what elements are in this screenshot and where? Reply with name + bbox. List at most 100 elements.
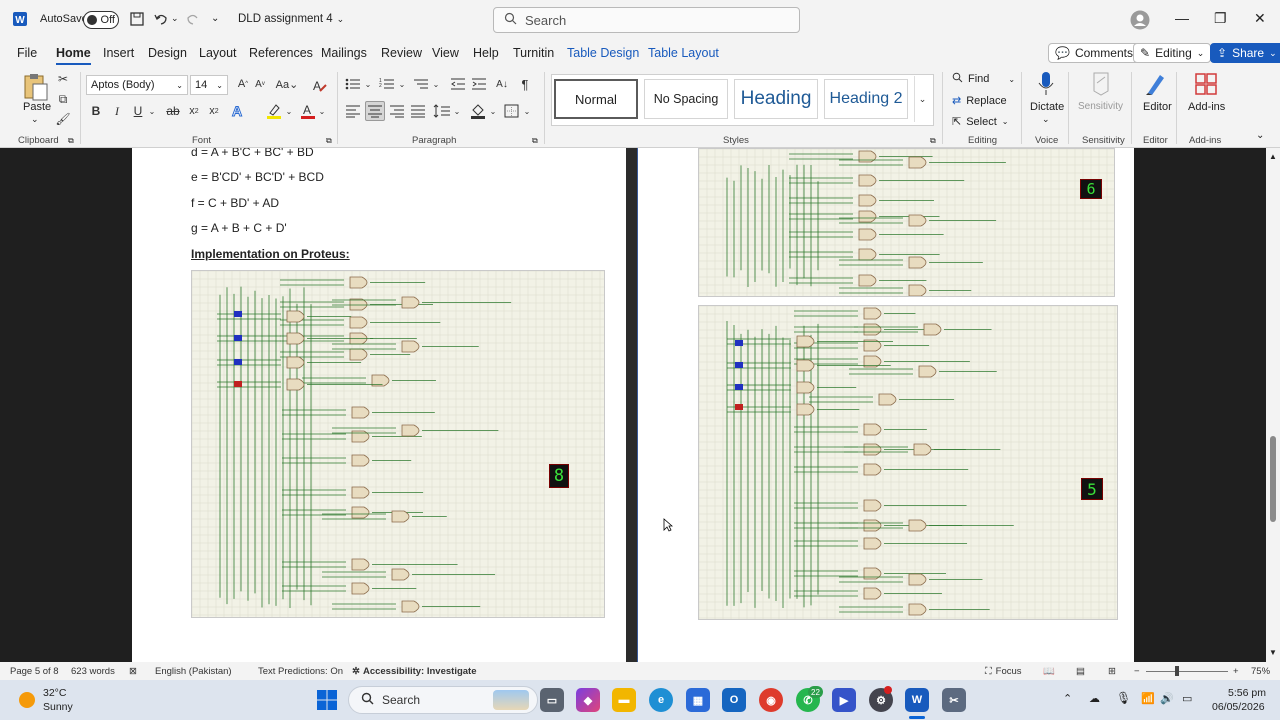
dictate-label[interactable]: Dictate xyxy=(1030,101,1064,113)
circuit-image-left[interactable]: 8 xyxy=(191,270,605,618)
paste-dropdown-icon[interactable]: ⌄ xyxy=(31,114,39,125)
copilot-icon[interactable]: ◆ xyxy=(576,688,600,712)
avatar[interactable] xyxy=(1130,10,1150,30)
menu-insert[interactable]: Insert xyxy=(103,46,134,60)
menu-file[interactable]: File xyxy=(17,46,37,60)
sort-icon[interactable]: A↓ xyxy=(494,77,510,91)
menu-design[interactable]: Design xyxy=(148,46,187,60)
language-status[interactable]: English (Pakistan) xyxy=(155,666,232,677)
collapse-ribbon-icon[interactable]: ⌄ xyxy=(1256,130,1264,141)
undo-dropdown-icon[interactable]: ⌄ xyxy=(171,13,179,24)
underline-icon[interactable]: U xyxy=(132,104,144,118)
clock-time[interactable]: 5:56 pm xyxy=(1228,687,1266,699)
tray-app-icon[interactable]: ☁ xyxy=(1089,692,1100,705)
font-color-icon[interactable]: A xyxy=(300,102,316,120)
chevron-up-icon[interactable]: ⌃ xyxy=(1063,692,1072,705)
customize-toolbar-icon[interactable]: ⌄ xyxy=(211,13,219,24)
proofing-icon[interactable]: ⊠ xyxy=(129,666,137,677)
style-heading-1[interactable]: Heading xyxy=(734,79,818,119)
strikethrough-icon[interactable]: ab xyxy=(166,104,180,118)
scrollbar-thumb[interactable] xyxy=(1270,436,1276,522)
menu-layout[interactable]: Layout xyxy=(199,46,237,60)
bullets-icon[interactable] xyxy=(345,77,361,91)
page-count[interactable]: Page 5 of 8 xyxy=(10,666,59,677)
document-title[interactable]: DLD assignment 4 ⌄ xyxy=(238,13,344,25)
dialog-launcher-icon[interactable]: ⧉ xyxy=(68,136,74,146)
multilevel-list-icon[interactable] xyxy=(413,77,429,91)
font-color-dropdown-icon[interactable]: ⌄ xyxy=(318,106,326,116)
web-layout-icon[interactable]: ⊞ xyxy=(1108,666,1116,677)
copy-icon[interactable]: ⧉ xyxy=(56,92,70,106)
styles-more-icon[interactable]: ⌄ xyxy=(914,76,930,122)
read-mode-icon[interactable]: 📖 xyxy=(1043,666,1055,677)
font-name-select[interactable]: Aptos (Body) ⌄ xyxy=(86,75,188,95)
line-spacing-icon[interactable] xyxy=(433,104,451,118)
text-effects-icon[interactable]: A xyxy=(230,102,246,120)
clear-formatting-icon[interactable]: A xyxy=(311,77,327,93)
menu-help[interactable]: Help xyxy=(473,46,499,60)
justify-icon[interactable] xyxy=(410,104,426,118)
menu-turnitin[interactable]: Turnitin xyxy=(513,46,554,60)
accessibility-status[interactable]: ✲ Accessibility: Investigate xyxy=(352,666,477,677)
cut-icon[interactable]: ✂ xyxy=(56,72,70,86)
change-case-icon[interactable]: Aa⌄ xyxy=(276,77,299,91)
show-formatting-icon[interactable]: ¶ xyxy=(518,76,532,92)
superscript-icon[interactable]: x2 xyxy=(208,104,220,118)
circuit-image-right-top[interactable]: 6 xyxy=(698,148,1115,297)
microphone-icon[interactable] xyxy=(1037,71,1055,97)
highlight-dropdown-icon[interactable]: ⌄ xyxy=(285,106,293,116)
bold-icon[interactable]: B xyxy=(90,104,102,118)
shrink-font-icon[interactable]: Av xyxy=(253,77,267,91)
borders-dropdown-icon[interactable]: ⌄ xyxy=(523,106,531,116)
dialog-launcher-icon[interactable]: ⧉ xyxy=(326,136,332,146)
battery-icon[interactable]: ▭ xyxy=(1182,692,1192,705)
snipping-tool-icon[interactable]: ✂ xyxy=(942,688,966,712)
autosave-toggle[interactable]: Off xyxy=(83,11,119,29)
menu-mailings[interactable]: Mailings xyxy=(321,46,367,60)
save-icon[interactable] xyxy=(129,11,145,27)
font-size-select[interactable]: 14 ⌄ xyxy=(190,75,228,95)
zoom-out-icon[interactable]: − xyxy=(1134,666,1140,677)
select-button[interactable]: ⇱ Select ⌄ xyxy=(952,115,1009,129)
subscript-icon[interactable]: x2 xyxy=(188,104,200,118)
dictate-dropdown-icon[interactable]: ⌄ xyxy=(1042,114,1050,125)
menu-table-design[interactable]: Table Design xyxy=(567,46,639,60)
clock-date[interactable]: 06/05/2026 xyxy=(1212,701,1265,713)
find-button[interactable]: Find ⌄ xyxy=(952,72,1015,86)
taskbar-search[interactable]: Search xyxy=(348,686,538,714)
multilevel-dropdown-icon[interactable]: ⌄ xyxy=(432,79,440,89)
shading-icon[interactable] xyxy=(470,102,486,120)
share-button[interactable]: ⇪ Share ⌄ xyxy=(1210,43,1280,63)
restore-icon[interactable]: ❐ xyxy=(1214,10,1227,27)
numbering-dropdown-icon[interactable]: ⌄ xyxy=(398,79,406,89)
style-heading-2[interactable]: Heading 2 xyxy=(824,79,908,119)
minimize-icon[interactable]: — xyxy=(1175,10,1189,26)
editing-mode-button[interactable]: ✎ Editing ⌄ xyxy=(1133,43,1212,63)
focus-mode-button[interactable]: ⛶ Focus xyxy=(985,666,1022,677)
search-input[interactable]: Search xyxy=(493,7,800,33)
grow-font-icon[interactable]: A ^ xyxy=(236,77,250,91)
align-right-icon[interactable] xyxy=(389,104,405,118)
sun-icon[interactable] xyxy=(17,690,37,713)
addins-icon[interactable] xyxy=(1194,71,1218,97)
paste-icon[interactable] xyxy=(22,72,48,102)
align-center-icon[interactable] xyxy=(365,101,385,121)
zoom-in-icon[interactable]: + xyxy=(1233,666,1239,677)
media-app-icon[interactable]: ▶ xyxy=(832,688,856,712)
zoom-level[interactable]: 75% xyxy=(1251,666,1270,677)
weather-condition[interactable]: Sunny xyxy=(43,701,73,713)
print-layout-icon[interactable]: ▤ xyxy=(1076,666,1085,677)
format-painter-icon[interactable]: 🖌 xyxy=(55,112,70,126)
style-normal[interactable]: Normal xyxy=(554,79,638,119)
file-explorer-icon[interactable]: ▬ xyxy=(612,688,636,712)
microsoft-store-icon[interactable]: ▦ xyxy=(686,688,710,712)
align-left-icon[interactable] xyxy=(345,104,361,118)
task-view-icon[interactable]: ▭ xyxy=(540,688,564,712)
volume-icon[interactable]: 🔊 xyxy=(1160,692,1174,705)
comments-button[interactable]: 💬 Comments xyxy=(1048,43,1140,63)
close-icon[interactable]: ✕ xyxy=(1254,10,1266,27)
outlook-icon[interactable]: O xyxy=(722,688,746,712)
shading-dropdown-icon[interactable]: ⌄ xyxy=(489,106,497,116)
word-count[interactable]: 623 words xyxy=(71,666,115,677)
style-no-spacing[interactable]: No Spacing xyxy=(644,79,728,119)
